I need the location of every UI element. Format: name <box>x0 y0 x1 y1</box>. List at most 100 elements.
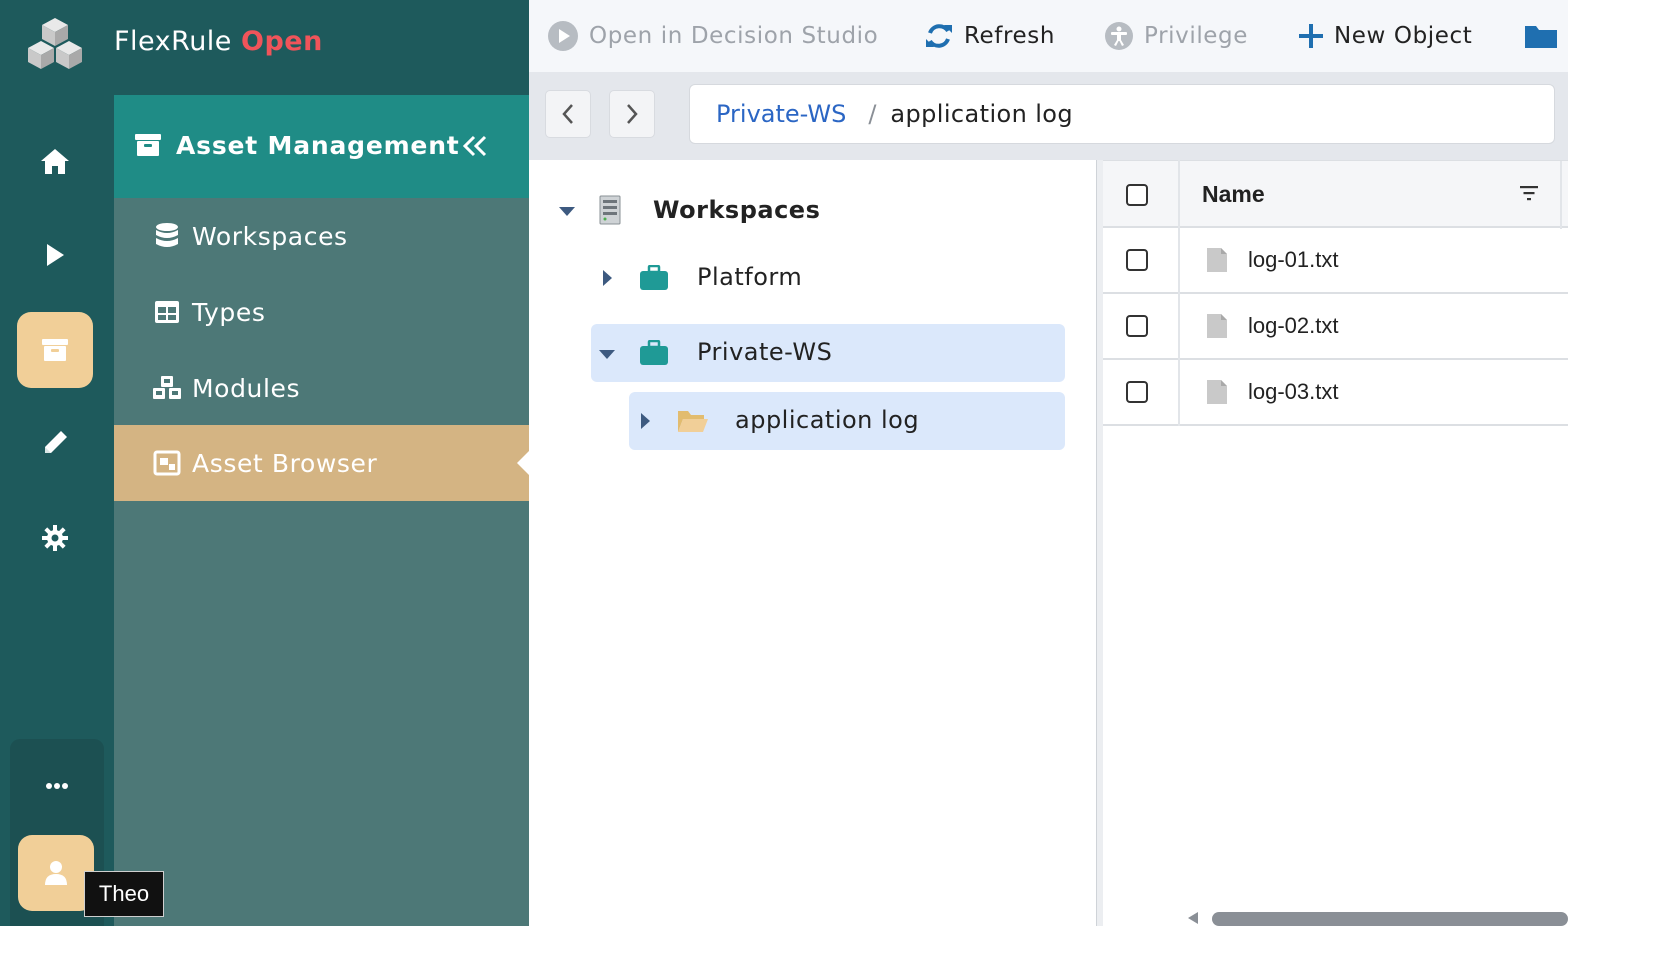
image-icon <box>152 450 182 476</box>
collapse-nav-button[interactable] <box>458 129 492 163</box>
tree-node-label: application log <box>735 406 920 434</box>
breadcrumb-separator: / <box>868 100 877 128</box>
nav-item-label: Types <box>192 297 266 327</box>
server-icon <box>599 195 621 229</box>
filter-icon[interactable] <box>1519 185 1539 205</box>
nav-item-types[interactable]: Types <box>114 274 529 350</box>
refresh-icon <box>924 21 954 51</box>
user-icon <box>45 861 67 885</box>
table-row[interactable]: log-02.txt <box>1103 294 1568 360</box>
rail-settings-button[interactable] <box>17 500 93 576</box>
more-button[interactable] <box>27 766 87 806</box>
rail-edit-button[interactable] <box>17 405 93 481</box>
new-object-button[interactable]: New Object <box>1298 16 1472 56</box>
tree-node-label: Workspaces <box>653 196 821 224</box>
grid-header: Name <box>1103 160 1568 229</box>
nav-item-modules[interactable]: Modules <box>114 350 529 426</box>
brand-accent: Open <box>241 26 323 57</box>
folder-button[interactable] <box>1524 16 1568 56</box>
ellipsis-icon <box>46 783 68 789</box>
rail-run-button[interactable] <box>17 217 93 293</box>
user-tooltip: Theo <box>84 871 164 917</box>
nav-item-asset-browser[interactable]: Asset Browser <box>114 425 529 501</box>
caret-down-icon[interactable] <box>557 201 577 221</box>
database-icon <box>152 222 182 250</box>
folder-icon <box>1524 22 1558 50</box>
table-icon <box>152 300 182 324</box>
tree-node-label: Private-WS <box>697 338 833 366</box>
row-checkbox[interactable] <box>1126 315 1148 337</box>
pencil-icon <box>45 431 67 453</box>
nav-title: Asset Management <box>176 131 460 160</box>
play-icon <box>47 244 64 266</box>
cubes-icon <box>152 375 182 401</box>
top-toolbar: Open in Decision Studio Refresh Privileg… <box>529 0 1568 72</box>
briefcase-icon <box>639 264 669 295</box>
tree-node-label: Platform <box>697 263 803 291</box>
privilege-label: Privilege <box>1144 23 1249 49</box>
file-name[interactable]: log-03.txt <box>1248 379 1339 405</box>
workspace-tree: Workspaces Platform Private-WS applicati… <box>529 160 1097 926</box>
home-icon <box>41 149 69 174</box>
nav-item-label: Workspaces <box>192 221 348 251</box>
address-bar: Private-WS / application log <box>529 72 1568 160</box>
archive-icon <box>135 134 161 156</box>
flexrule-logo-icon <box>28 18 82 69</box>
tree-node-platform[interactable]: Platform <box>591 249 1065 307</box>
table-row[interactable]: log-03.txt <box>1103 360 1568 426</box>
open-in-decision-studio-button[interactable]: Open in Decision Studio <box>547 16 878 56</box>
archive-icon <box>42 339 68 361</box>
file-icon <box>1206 313 1228 343</box>
chevron-left-icon <box>562 104 573 124</box>
active-caret-icon <box>517 451 529 475</box>
asset-management-nav: Asset Management Workspaces Types Module… <box>114 95 529 926</box>
accessibility-icon <box>1104 21 1134 51</box>
table-row[interactable]: log-01.txt <box>1103 228 1568 294</box>
new-object-label: New Object <box>1334 23 1473 49</box>
plus-icon <box>1298 23 1324 49</box>
refresh-button[interactable]: Refresh <box>924 16 1055 56</box>
privilege-button[interactable]: Privilege <box>1104 16 1248 56</box>
nav-header: Asset Management <box>114 95 529 198</box>
nav-item-workspaces[interactable]: Workspaces <box>114 198 529 274</box>
breadcrumb: Private-WS / application log <box>689 84 1555 144</box>
tree-node-private-ws[interactable]: Private-WS <box>591 324 1065 382</box>
column-divider <box>1560 161 1562 229</box>
nav-item-label: Modules <box>192 373 301 403</box>
nav-item-label: Asset Browser <box>192 448 378 478</box>
gear-icon <box>42 525 68 551</box>
double-chevron-left-icon <box>462 135 487 157</box>
folder-open-icon <box>677 408 709 438</box>
rail-asset-management-button[interactable] <box>17 312 93 388</box>
file-grid: Name log-01.txt log-02.txt log-03.txt <box>1103 160 1568 926</box>
horizontal-scrollbar[interactable] <box>1186 910 1568 926</box>
icon-rail <box>0 0 114 926</box>
brand-name: FlexRule <box>114 26 232 57</box>
row-checkbox[interactable] <box>1126 381 1148 403</box>
app-brand: FlexRule Open <box>114 26 323 57</box>
select-all-checkbox[interactable] <box>1126 184 1148 206</box>
column-divider <box>1178 160 1180 426</box>
breadcrumb-parent[interactable]: Private-WS <box>716 100 846 128</box>
caret-right-icon[interactable] <box>597 268 617 288</box>
file-name[interactable]: log-02.txt <box>1248 313 1339 339</box>
tree-node-workspaces[interactable]: Workspaces <box>549 182 1089 240</box>
rail-home-button[interactable] <box>17 123 93 199</box>
breadcrumb-current: application log <box>890 100 1074 128</box>
refresh-label: Refresh <box>964 23 1056 49</box>
file-icon <box>1206 247 1228 277</box>
play-circle-icon <box>547 20 579 52</box>
column-header-name[interactable]: Name <box>1202 181 1265 208</box>
user-avatar-button[interactable] <box>18 835 94 911</box>
forward-button[interactable] <box>609 90 655 138</box>
tree-node-application-log[interactable]: application log <box>629 392 1065 450</box>
file-icon <box>1206 379 1228 409</box>
row-checkbox[interactable] <box>1126 249 1148 271</box>
briefcase-icon <box>639 339 669 370</box>
open-in-decision-studio-label: Open in Decision Studio <box>589 23 879 49</box>
caret-down-icon[interactable] <box>597 344 617 364</box>
file-name[interactable]: log-01.txt <box>1248 247 1339 273</box>
back-button[interactable] <box>545 90 591 138</box>
caret-right-icon[interactable] <box>635 411 655 431</box>
chevron-right-icon <box>627 104 638 124</box>
